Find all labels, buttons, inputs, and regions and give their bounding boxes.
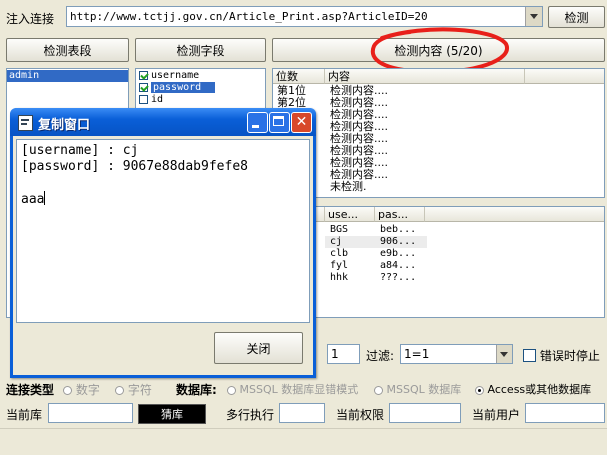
column-header-empty bbox=[525, 69, 604, 84]
radio-mssql[interactable]: MSSQL 数据库 bbox=[374, 381, 461, 397]
current-user-input[interactable] bbox=[525, 403, 605, 423]
column-header-content[interactable]: 内容 bbox=[325, 69, 525, 84]
dialog-close-button[interactable]: 关闭 bbox=[214, 332, 303, 364]
radio-selected-icon[interactable] bbox=[475, 385, 484, 395]
stop-on-error-checkbox[interactable]: 错误时停止 bbox=[523, 347, 600, 364]
chevron-down-icon bbox=[500, 352, 508, 357]
data-row[interactable]: BGS beb... bbox=[273, 224, 604, 236]
row-content: 未检测. bbox=[330, 180, 367, 193]
url-value: http://www.tctjj.gov.cn/Article_Print.as… bbox=[70, 10, 428, 23]
dialog-titlebar[interactable]: 复制窗口 ✕ bbox=[10, 108, 316, 136]
filter-dropdown-button[interactable] bbox=[496, 345, 512, 363]
url-combobox[interactable]: http://www.tctjj.gov.cn/Article_Print.as… bbox=[66, 6, 543, 27]
detect-field-button[interactable]: 检测字段 bbox=[135, 38, 266, 62]
cell-username: clb bbox=[330, 248, 349, 259]
results-row[interactable]: 第1位 检测内容.... bbox=[273, 85, 604, 97]
column-header-empty bbox=[425, 207, 604, 222]
multi-exec-input[interactable] bbox=[279, 403, 325, 423]
current-user-label: 当前用户 bbox=[472, 408, 521, 422]
radio-icon[interactable] bbox=[227, 385, 236, 395]
results-row[interactable]: 未检测. bbox=[273, 181, 604, 193]
current-perm-input[interactable] bbox=[389, 403, 461, 423]
results-listview[interactable]: 位数 内容 第1位 检测内容.... 第2位 检测内容.... 检测内容.... 检测内容… bbox=[272, 68, 605, 198]
radio-mssql-error[interactable]: MSSQL 数据库显错模式 bbox=[227, 381, 358, 397]
cell-username: BGS bbox=[330, 224, 349, 235]
radio-icon[interactable] bbox=[63, 386, 72, 395]
table-list-item[interactable]: admin bbox=[7, 70, 128, 82]
cell-password: a84... bbox=[380, 260, 417, 271]
radio-icon[interactable] bbox=[374, 385, 383, 395]
field-item-id[interactable]: id bbox=[139, 94, 163, 106]
database-label: 数据库: bbox=[176, 383, 217, 397]
current-perm-label: 当前权限 bbox=[336, 408, 385, 422]
results-row[interactable]: 检测内容.... bbox=[273, 169, 604, 181]
cell-password: beb... bbox=[380, 224, 417, 235]
field-item-password[interactable]: password bbox=[139, 82, 216, 94]
dialog-title: 复制窗口 bbox=[38, 118, 91, 133]
dialog-body: [username] : cj [password] : 9067e88dab9… bbox=[13, 136, 313, 375]
detect-button[interactable]: 检测 bbox=[548, 6, 605, 28]
text-line: aaa bbox=[21, 191, 46, 207]
cell-password: ???... bbox=[380, 272, 417, 283]
checkbox-unchecked-icon[interactable] bbox=[523, 349, 536, 362]
column-header-password[interactable]: pas... bbox=[375, 207, 425, 222]
multi-exec-label: 多行执行 bbox=[226, 408, 275, 422]
minimize-icon bbox=[252, 125, 259, 128]
results-row[interactable]: 检测内容.... bbox=[273, 145, 604, 157]
inject-url-label: 注入连接 bbox=[6, 12, 55, 26]
radio-icon[interactable] bbox=[115, 386, 124, 395]
data-row[interactable]: hhk???... bbox=[273, 272, 604, 284]
current-db-label: 当前库 bbox=[6, 408, 43, 422]
results-row[interactable]: 检测内容.... bbox=[273, 109, 604, 121]
data-row[interactable]: fyl a84... bbox=[273, 260, 604, 272]
cell-username: fyl bbox=[330, 260, 349, 271]
results-row[interactable]: 第2位 检测内容.... bbox=[273, 97, 604, 109]
results-row[interactable]: 检测内容.... bbox=[273, 133, 604, 145]
detect-table-button[interactable]: 检测表段 bbox=[6, 38, 129, 62]
data-table[interactable]: use... pas... BGS beb... cj 906... clb e9b...… bbox=[272, 206, 605, 318]
column-header-position[interactable]: 位数 bbox=[273, 69, 325, 84]
text-line: [username] : cj bbox=[21, 143, 139, 158]
text-cursor bbox=[44, 191, 46, 205]
maximize-button[interactable] bbox=[269, 112, 290, 133]
count-input[interactable]: 1 bbox=[327, 344, 360, 364]
app-icon bbox=[18, 115, 33, 131]
chevron-down-icon bbox=[530, 14, 538, 19]
data-row[interactable]: cj 906... bbox=[273, 236, 604, 248]
checkbox-checked-icon[interactable] bbox=[139, 70, 148, 80]
cell-username: hhk bbox=[330, 272, 349, 283]
cell-username: cj bbox=[330, 236, 343, 247]
results-row[interactable]: 检测内容.... bbox=[273, 157, 604, 169]
cell-password: 906... bbox=[380, 236, 417, 247]
column-header-username[interactable]: use... bbox=[325, 207, 375, 222]
current-db-input[interactable] bbox=[48, 403, 133, 423]
close-window-button[interactable]: ✕ bbox=[291, 112, 312, 133]
black-button[interactable]: 猜库 bbox=[138, 404, 206, 424]
checkbox-checked-icon[interactable] bbox=[139, 82, 148, 92]
cell-password: e9b... bbox=[380, 248, 417, 259]
connection-type-label: 连接类型 bbox=[6, 383, 55, 397]
text-line bbox=[21, 175, 305, 191]
text-line: [password] : 9067e88dab9fefe8 bbox=[21, 159, 248, 174]
checkbox-unchecked-icon[interactable] bbox=[139, 94, 148, 104]
radio-number[interactable]: 数字 bbox=[63, 381, 100, 398]
data-row[interactable]: clb e9b... bbox=[273, 248, 604, 260]
dialog-textarea[interactable]: [username] : cj [password] : 9067e88dab9… bbox=[16, 139, 310, 323]
url-dropdown-button[interactable] bbox=[525, 7, 542, 26]
filter-combobox[interactable]: 1=1 bbox=[400, 344, 513, 364]
copy-dialog: 复制窗口 ✕ [username] : cj [password] : 9067… bbox=[10, 108, 316, 378]
minimize-button[interactable] bbox=[247, 112, 268, 133]
filter-label: 过滤: bbox=[366, 349, 395, 363]
maximize-icon bbox=[273, 116, 284, 126]
radio-char[interactable]: 字符 bbox=[115, 381, 152, 398]
status-strip bbox=[0, 428, 607, 455]
close-icon: ✕ bbox=[295, 114, 308, 130]
radio-access[interactable]: Access或其他数据库 bbox=[475, 381, 591, 397]
results-row[interactable]: 检测内容.... bbox=[273, 121, 604, 133]
field-item-username[interactable]: username bbox=[139, 70, 199, 82]
